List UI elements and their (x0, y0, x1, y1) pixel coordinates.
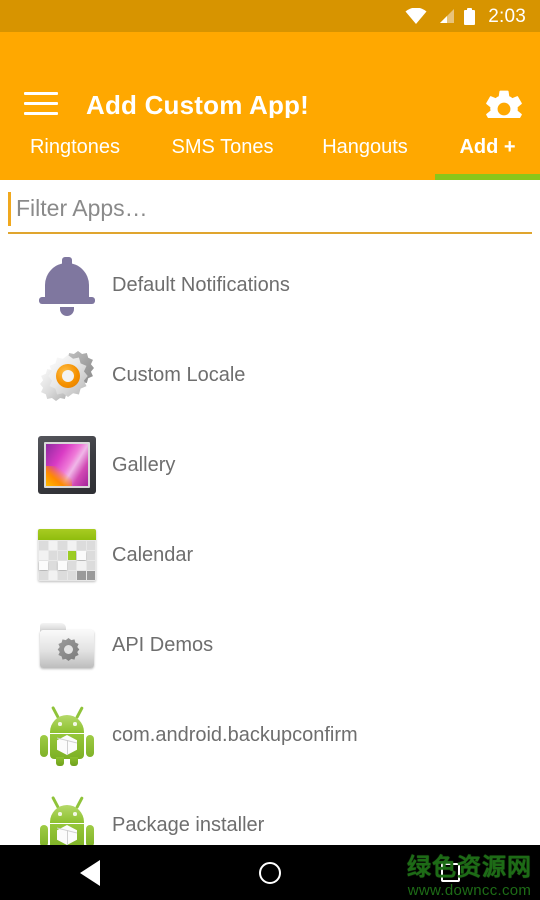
android-robot-icon (35, 703, 99, 767)
recents-icon[interactable] (415, 845, 485, 900)
list-item-label: Custom Locale (112, 363, 246, 386)
list-item[interactable]: Gallery (0, 420, 540, 510)
list-item[interactable]: API Demos (0, 600, 540, 690)
phone-screen: 2:03 Add Custom App! Ringtones SMS Tones… (0, 0, 540, 900)
tab-label: SMS Tones (171, 135, 274, 158)
list-item[interactable]: Package installer (0, 780, 540, 845)
filter-apps-input[interactable] (10, 190, 528, 226)
list-item-label: API Demos (112, 633, 214, 656)
filter-field-container (0, 180, 540, 238)
android-robot-icon (35, 793, 99, 845)
bell-icon (35, 253, 99, 317)
back-icon[interactable] (55, 845, 125, 900)
app-bar: Add Custom App! (0, 32, 540, 128)
list-item-label: com.android.backupconfirm (112, 723, 358, 746)
list-item[interactable]: Custom Locale (0, 330, 540, 420)
status-bar: 2:03 (0, 0, 540, 32)
list-item[interactable]: Calendar (0, 510, 540, 600)
cellular-signal-icon (436, 8, 455, 24)
wifi-icon (405, 8, 427, 24)
status-bar-icons: 2:03 (405, 7, 526, 26)
list-item-label: Calendar (112, 543, 194, 566)
filter-field-underline (8, 232, 532, 234)
tab-sms-tones[interactable]: SMS Tones (150, 118, 295, 180)
home-icon[interactable] (235, 845, 305, 900)
battery-icon (464, 7, 476, 25)
gears-icon (35, 343, 99, 407)
app-list[interactable]: Default Notifications Custom Locale Gall… (0, 240, 540, 845)
tab-label: Ringtones (29, 135, 121, 158)
gallery-picture-icon (35, 433, 99, 497)
tab-label: Hangouts (322, 135, 408, 158)
tab-label: Add + (459, 135, 516, 158)
calendar-icon (35, 523, 99, 587)
list-item-label: Package installer (112, 813, 265, 836)
list-item[interactable]: com.android.backupconfirm (0, 690, 540, 780)
folder-gear-icon (35, 613, 99, 677)
tab-bar: Ringtones SMS Tones Hangouts Add + (0, 118, 540, 180)
system-navigation-bar (0, 845, 540, 900)
status-bar-clock: 2:03 (488, 5, 526, 27)
tab-hangouts[interactable]: Hangouts (295, 118, 435, 180)
list-item[interactable]: Default Notifications (0, 240, 540, 330)
tab-ringtones[interactable]: Ringtones (0, 118, 150, 180)
list-item-label: Gallery (112, 453, 176, 476)
list-item-label: Default Notifications (112, 273, 290, 296)
tab-add[interactable]: Add + (435, 118, 540, 180)
hamburger-menu-icon[interactable] (24, 92, 58, 118)
page-title: Add Custom App! (86, 90, 309, 120)
